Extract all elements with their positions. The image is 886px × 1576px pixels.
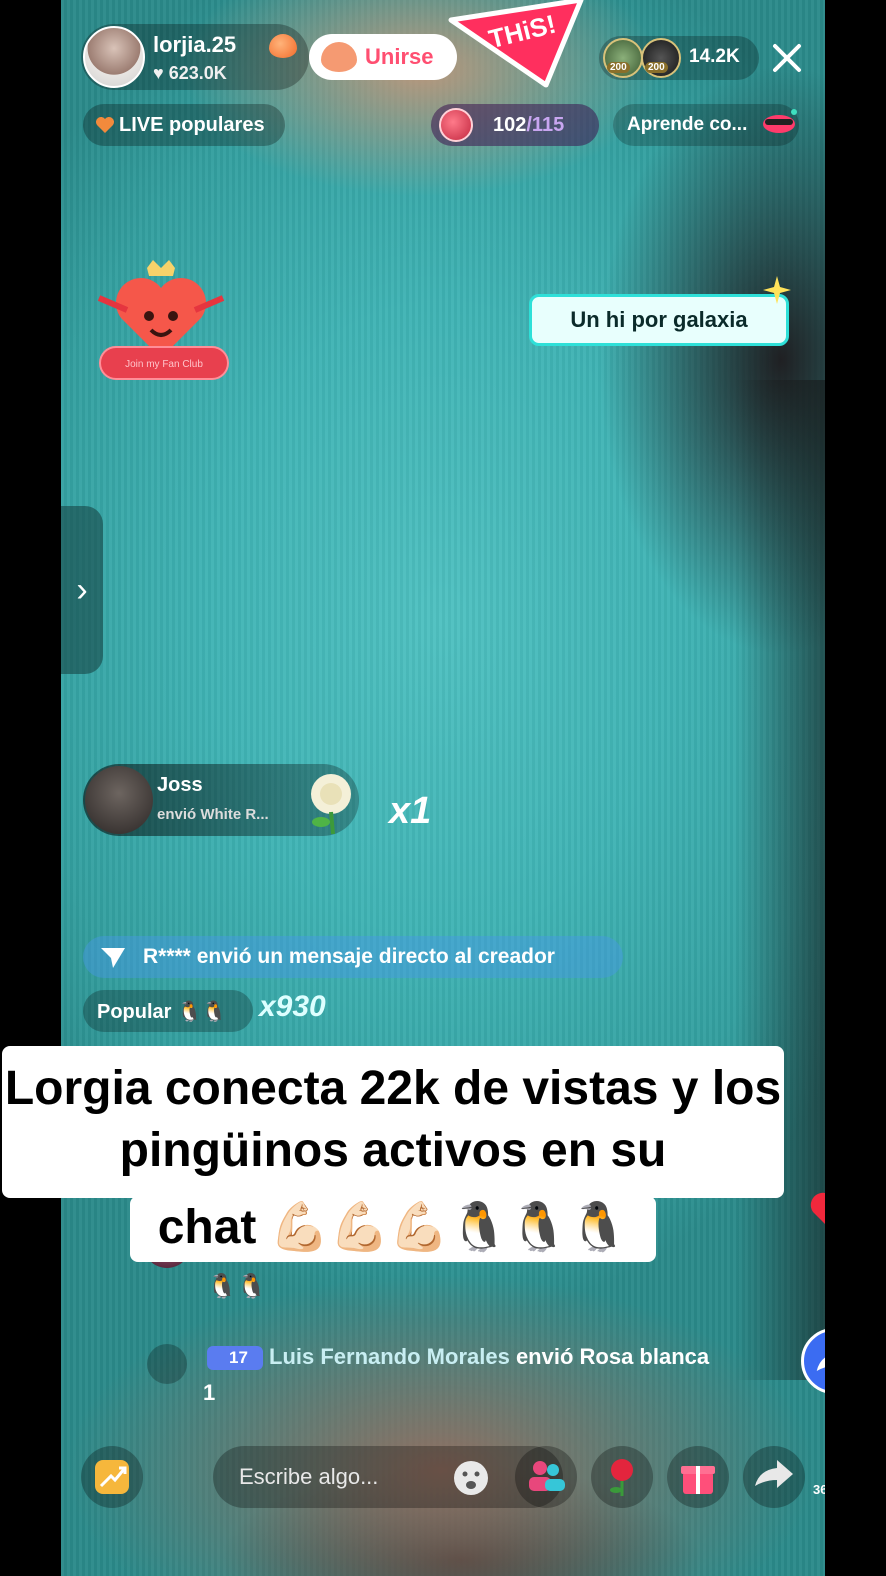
- multi-guest-button[interactable]: [515, 1446, 577, 1508]
- gift-line-user: Luis Fernando Morales: [269, 1344, 510, 1369]
- gift-line-action: envió Rosa blanca: [509, 1344, 710, 1369]
- gift-sender-name: Joss: [157, 774, 203, 796]
- share-icon: [755, 1460, 793, 1488]
- gift-button[interactable]: [667, 1446, 729, 1508]
- host-username[interactable]: lorjia.25: [153, 32, 236, 58]
- caption-line-2: chat 💪🏻💪🏻💪🏻🐧🐧🐧: [130, 1196, 656, 1262]
- live-video-background: lorjia.25 ♥ 623.0K Unirse THiS! 200 200 …: [61, 0, 825, 1576]
- viewer-badge: 200: [645, 62, 668, 73]
- learn-label: Aprende co...: [627, 114, 748, 135]
- emoji-icon[interactable]: [451, 1458, 491, 1498]
- popular-badge: Popular 🐧🐧: [83, 990, 253, 1032]
- share-count: 363: [813, 1482, 825, 1497]
- orange-heart-icon: [96, 117, 114, 133]
- caption-line-1: Lorgia conecta 22k de vistas y los pingü…: [2, 1046, 784, 1198]
- this-sticker: THiS!: [448, 0, 584, 88]
- white-rose-icon: [311, 774, 351, 835]
- gift-line-count: 1: [203, 1380, 216, 1405]
- viewer-badge: 200: [607, 62, 630, 73]
- sparkle-icon: [763, 276, 791, 304]
- gift-chat-line: Luis Fernando Morales envió Rosa blanca: [269, 1344, 709, 1370]
- highlights-button[interactable]: [81, 1446, 143, 1508]
- user-level-badge: 17: [207, 1346, 263, 1370]
- rose-icon: [610, 1459, 633, 1496]
- heart-icon: ♥: [153, 63, 169, 83]
- share-button[interactable]: [743, 1446, 805, 1508]
- like-heart-icon[interactable]: [809, 1190, 825, 1234]
- side-panel-toggle[interactable]: ›: [61, 506, 103, 674]
- comment-input[interactable]: [213, 1446, 563, 1508]
- live-populares-label: LIVE populares: [119, 113, 265, 136]
- popular-count: x930: [259, 990, 326, 1023]
- peach-badge-icon: [269, 34, 297, 58]
- gift-action-text: envió White R...: [157, 806, 269, 823]
- goal-banner[interactable]: Un hi por galaxia: [529, 294, 789, 346]
- lips-icon: [763, 109, 797, 133]
- rank-current: 102: [493, 113, 527, 136]
- chevron-right-icon: ›: [76, 570, 88, 609]
- fan-club-button[interactable]: Join my Fan Club: [99, 346, 229, 380]
- host-likes: ♥ 623.0K: [153, 63, 227, 84]
- user-level: 17: [229, 1348, 248, 1367]
- direct-message-notice: R**** envió un mensaje directo al creado…: [83, 936, 623, 978]
- ranking-icon: [439, 108, 473, 142]
- rank-total: /115: [526, 113, 565, 136]
- fan-heart-icon: [321, 42, 357, 72]
- likes-count: 623.0K: [168, 63, 227, 83]
- send-icon: [101, 948, 125, 968]
- viewer-count[interactable]: 14.2K: [689, 46, 740, 68]
- host-avatar[interactable]: [83, 26, 145, 88]
- gift-count: x1: [389, 790, 432, 832]
- popular-label: Popular 🐧🐧: [97, 1000, 227, 1023]
- people-icon: [529, 1461, 565, 1491]
- chat-message: 🐧🐧: [207, 1273, 267, 1300]
- gift-icon: [681, 1466, 715, 1494]
- trend-icon: [95, 1460, 129, 1494]
- dm-notice-text: R**** envió un mensaje directo al creado…: [143, 945, 555, 968]
- gift-box-icon[interactable]: [147, 1344, 187, 1384]
- gift-sender-avatar[interactable]: [85, 766, 153, 834]
- close-icon[interactable]: [767, 38, 807, 78]
- rose-gift-button[interactable]: [591, 1446, 653, 1508]
